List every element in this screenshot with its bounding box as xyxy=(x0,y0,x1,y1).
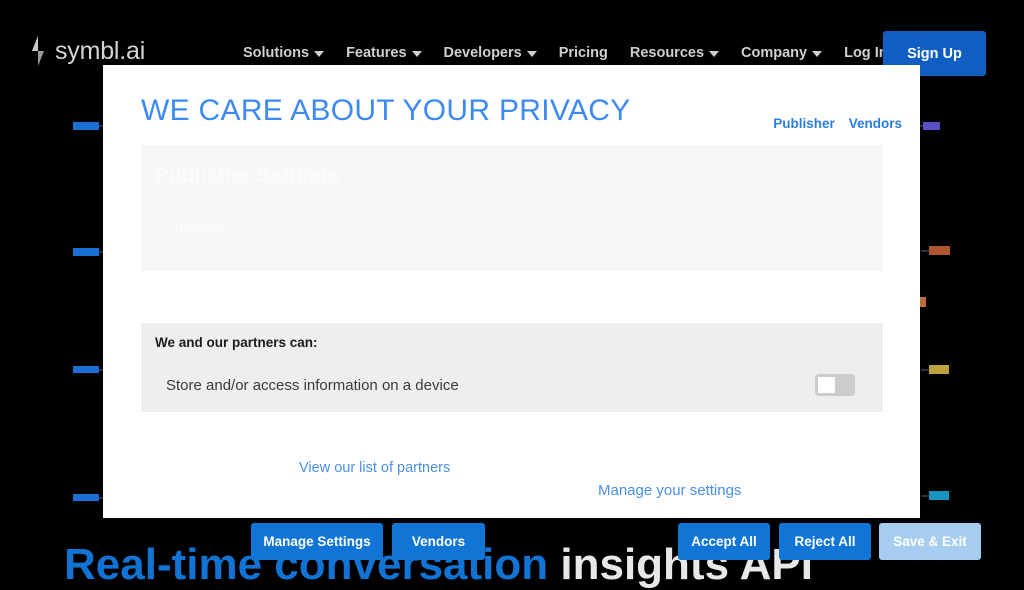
vendors-button[interactable]: Vendors xyxy=(392,523,485,560)
save-and-exit-button[interactable]: Save & Exit xyxy=(879,523,981,560)
accept-all-button[interactable]: Accept All xyxy=(678,523,770,560)
chevron-down-icon xyxy=(411,51,422,57)
nav-item-solutions-label: Solutions xyxy=(243,45,310,61)
diamond-leaf-icon xyxy=(32,36,44,66)
manage-settings-button[interactable]: Manage Settings xyxy=(251,523,383,560)
toggle-knob xyxy=(818,377,835,393)
nav-item-log-in-label: Log In xyxy=(844,45,888,61)
nav-item-resources[interactable]: Resources xyxy=(629,45,720,61)
modal-tab-list: Publisher Vendors xyxy=(773,116,902,131)
decor-bar xyxy=(73,248,99,256)
brand-logo[interactable]: symbl.ai xyxy=(28,36,145,66)
decor-bar xyxy=(929,246,950,255)
nav-item-features-label: Features xyxy=(346,45,407,61)
purpose-row: Store and/or access information on a dev… xyxy=(155,374,869,396)
nav-item-developers[interactable]: Developers xyxy=(444,45,537,61)
publisher-settings-heading: Publisher Settings xyxy=(155,164,340,187)
decor-bar xyxy=(73,494,99,501)
brand-wordmark: symbl.ai xyxy=(55,36,146,65)
decor-bar xyxy=(920,297,926,307)
purposes-subheading: Purposes xyxy=(155,219,223,237)
purposes-block: We and our partners can: Store and/or ac… xyxy=(141,323,883,412)
chevron-down-icon xyxy=(526,51,537,57)
purpose-label: Store and/or access information on a dev… xyxy=(166,376,459,394)
nav-item-log-in[interactable]: Log In xyxy=(844,45,888,61)
chevron-down-icon xyxy=(314,51,325,57)
tab-vendors[interactable]: Vendors xyxy=(849,116,902,131)
nav-item-pricing[interactable]: Pricing xyxy=(559,45,608,61)
nav-item-company[interactable]: Company xyxy=(741,45,823,61)
nav-links: Solutions Features Developers Pricing Re… xyxy=(243,45,910,61)
decor-bar xyxy=(929,365,949,374)
purpose-toggle-switch[interactable] xyxy=(815,374,855,396)
partners-intro-text: We and our partners can: xyxy=(155,335,318,350)
manage-settings-link[interactable]: Manage your settings xyxy=(598,482,741,499)
nav-item-resources-label: Resources xyxy=(629,45,705,61)
chevron-down-icon xyxy=(709,51,720,57)
nav-item-solutions[interactable]: Solutions xyxy=(243,45,325,61)
publisher-settings-panel: Publisher Settings Purposes xyxy=(141,145,883,272)
chevron-down-icon xyxy=(812,51,823,57)
tab-publisher[interactable]: Publisher xyxy=(773,116,835,131)
decor-bar xyxy=(923,122,940,130)
nav-item-features[interactable]: Features xyxy=(346,45,422,61)
nav-item-company-label: Company xyxy=(741,45,808,61)
decor-bar xyxy=(929,491,949,500)
nav-item-developers-label: Developers xyxy=(443,45,522,61)
decor-bar xyxy=(73,122,99,130)
view-partners-link[interactable]: View our list of partners xyxy=(299,460,450,476)
reject-all-button[interactable]: Reject All xyxy=(779,523,871,560)
modal-title: WE CARE ABOUT YOUR PRIVACY xyxy=(141,94,631,127)
privacy-consent-modal: WE CARE ABOUT YOUR PRIVACY Publisher Ven… xyxy=(103,65,981,560)
nav-item-pricing-label: Pricing xyxy=(558,45,608,61)
decor-bar xyxy=(73,366,99,373)
